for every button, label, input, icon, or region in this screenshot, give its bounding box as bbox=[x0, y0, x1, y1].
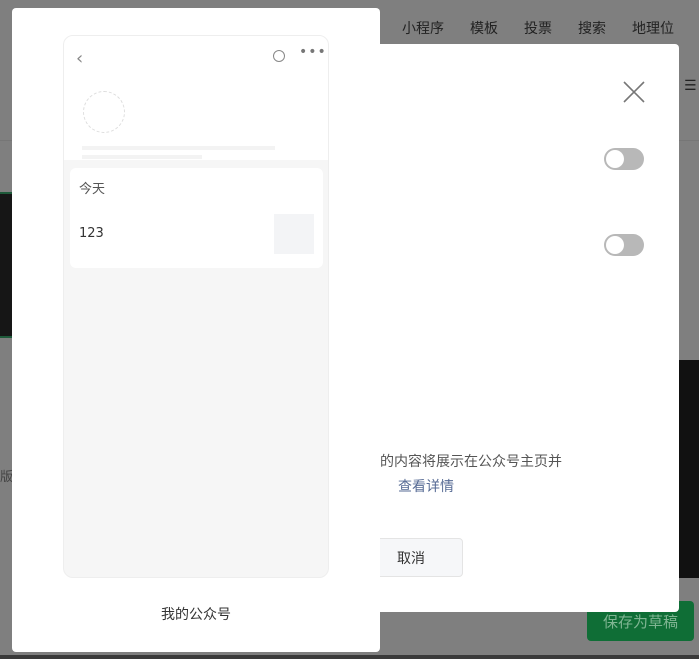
preview-panel: ‹ ••• 今天 123 我的公众号 bbox=[12, 8, 380, 652]
placeholder-line bbox=[82, 155, 202, 159]
placeholder-line bbox=[82, 146, 275, 150]
account-name: 我的公众号 bbox=[161, 607, 231, 623]
details-link[interactable]: 查看详情 bbox=[398, 476, 454, 496]
article-title[interactable]: 123 bbox=[79, 226, 104, 241]
list-icon: ☰ bbox=[684, 78, 697, 94]
avatar bbox=[83, 91, 125, 133]
search-icon[interactable] bbox=[273, 50, 285, 62]
description-text: 的内容将展示在公众号主页并 bbox=[380, 454, 562, 470]
tab-miniprogram[interactable]: 小程序 bbox=[402, 18, 444, 38]
section-title: 今天 bbox=[79, 182, 106, 197]
article-card: 今天 123 bbox=[70, 168, 323, 268]
toggle-switch-2[interactable] bbox=[604, 234, 644, 256]
toggle-switch-1[interactable] bbox=[604, 148, 644, 170]
close-icon[interactable] bbox=[622, 80, 646, 104]
tab-location[interactable]: 地理位 bbox=[632, 18, 674, 38]
more-icon[interactable]: ••• bbox=[299, 44, 327, 60]
tab-template[interactable]: 模板 bbox=[470, 18, 498, 38]
tab-search[interactable]: 搜索 bbox=[578, 18, 606, 38]
background-image-right bbox=[679, 360, 699, 578]
article-thumbnail bbox=[274, 214, 314, 254]
tab-vote[interactable]: 投票 bbox=[524, 18, 552, 38]
background-tabs: 小程序 模板 投票 搜索 地理位 bbox=[402, 18, 699, 38]
back-icon[interactable]: ‹ bbox=[76, 48, 83, 69]
bottom-bar bbox=[0, 655, 699, 659]
phone-preview: ‹ ••• 今天 123 bbox=[63, 35, 329, 578]
profile-header: ‹ ••• bbox=[64, 36, 328, 160]
